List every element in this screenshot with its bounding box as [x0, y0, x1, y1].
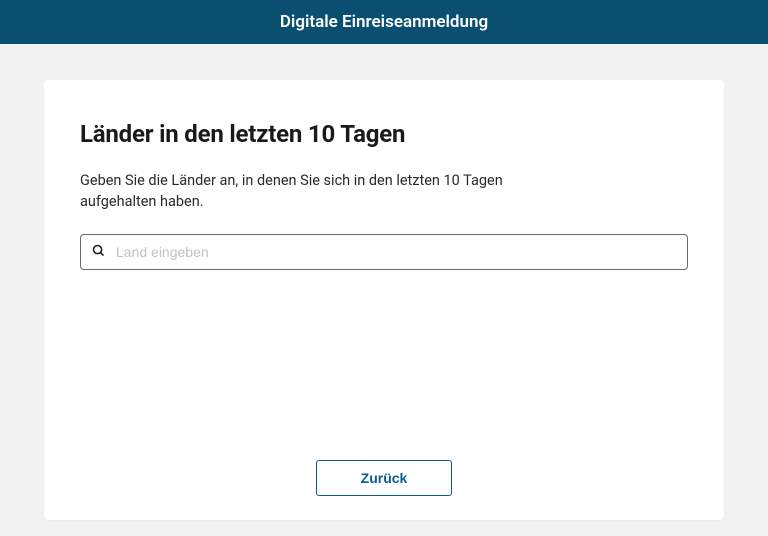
form-card: Länder in den letzten 10 Tagen Geben Sie… [44, 80, 724, 520]
app-title: Digitale Einreiseanmeldung [280, 12, 488, 32]
button-row: Zurück [80, 460, 688, 496]
app-header: Digitale Einreiseanmeldung [0, 0, 768, 44]
spacer [80, 270, 688, 460]
back-button[interactable]: Zurück [316, 460, 453, 496]
page-description: Geben Sie die Länder an, in denen Sie si… [80, 170, 560, 212]
search-icon [91, 243, 106, 262]
country-search-input[interactable] [116, 244, 677, 260]
content-wrap: Länder in den letzten 10 Tagen Geben Sie… [0, 44, 768, 536]
page-title: Länder in den letzten 10 Tagen [80, 120, 688, 148]
country-search-container[interactable] [80, 234, 688, 270]
